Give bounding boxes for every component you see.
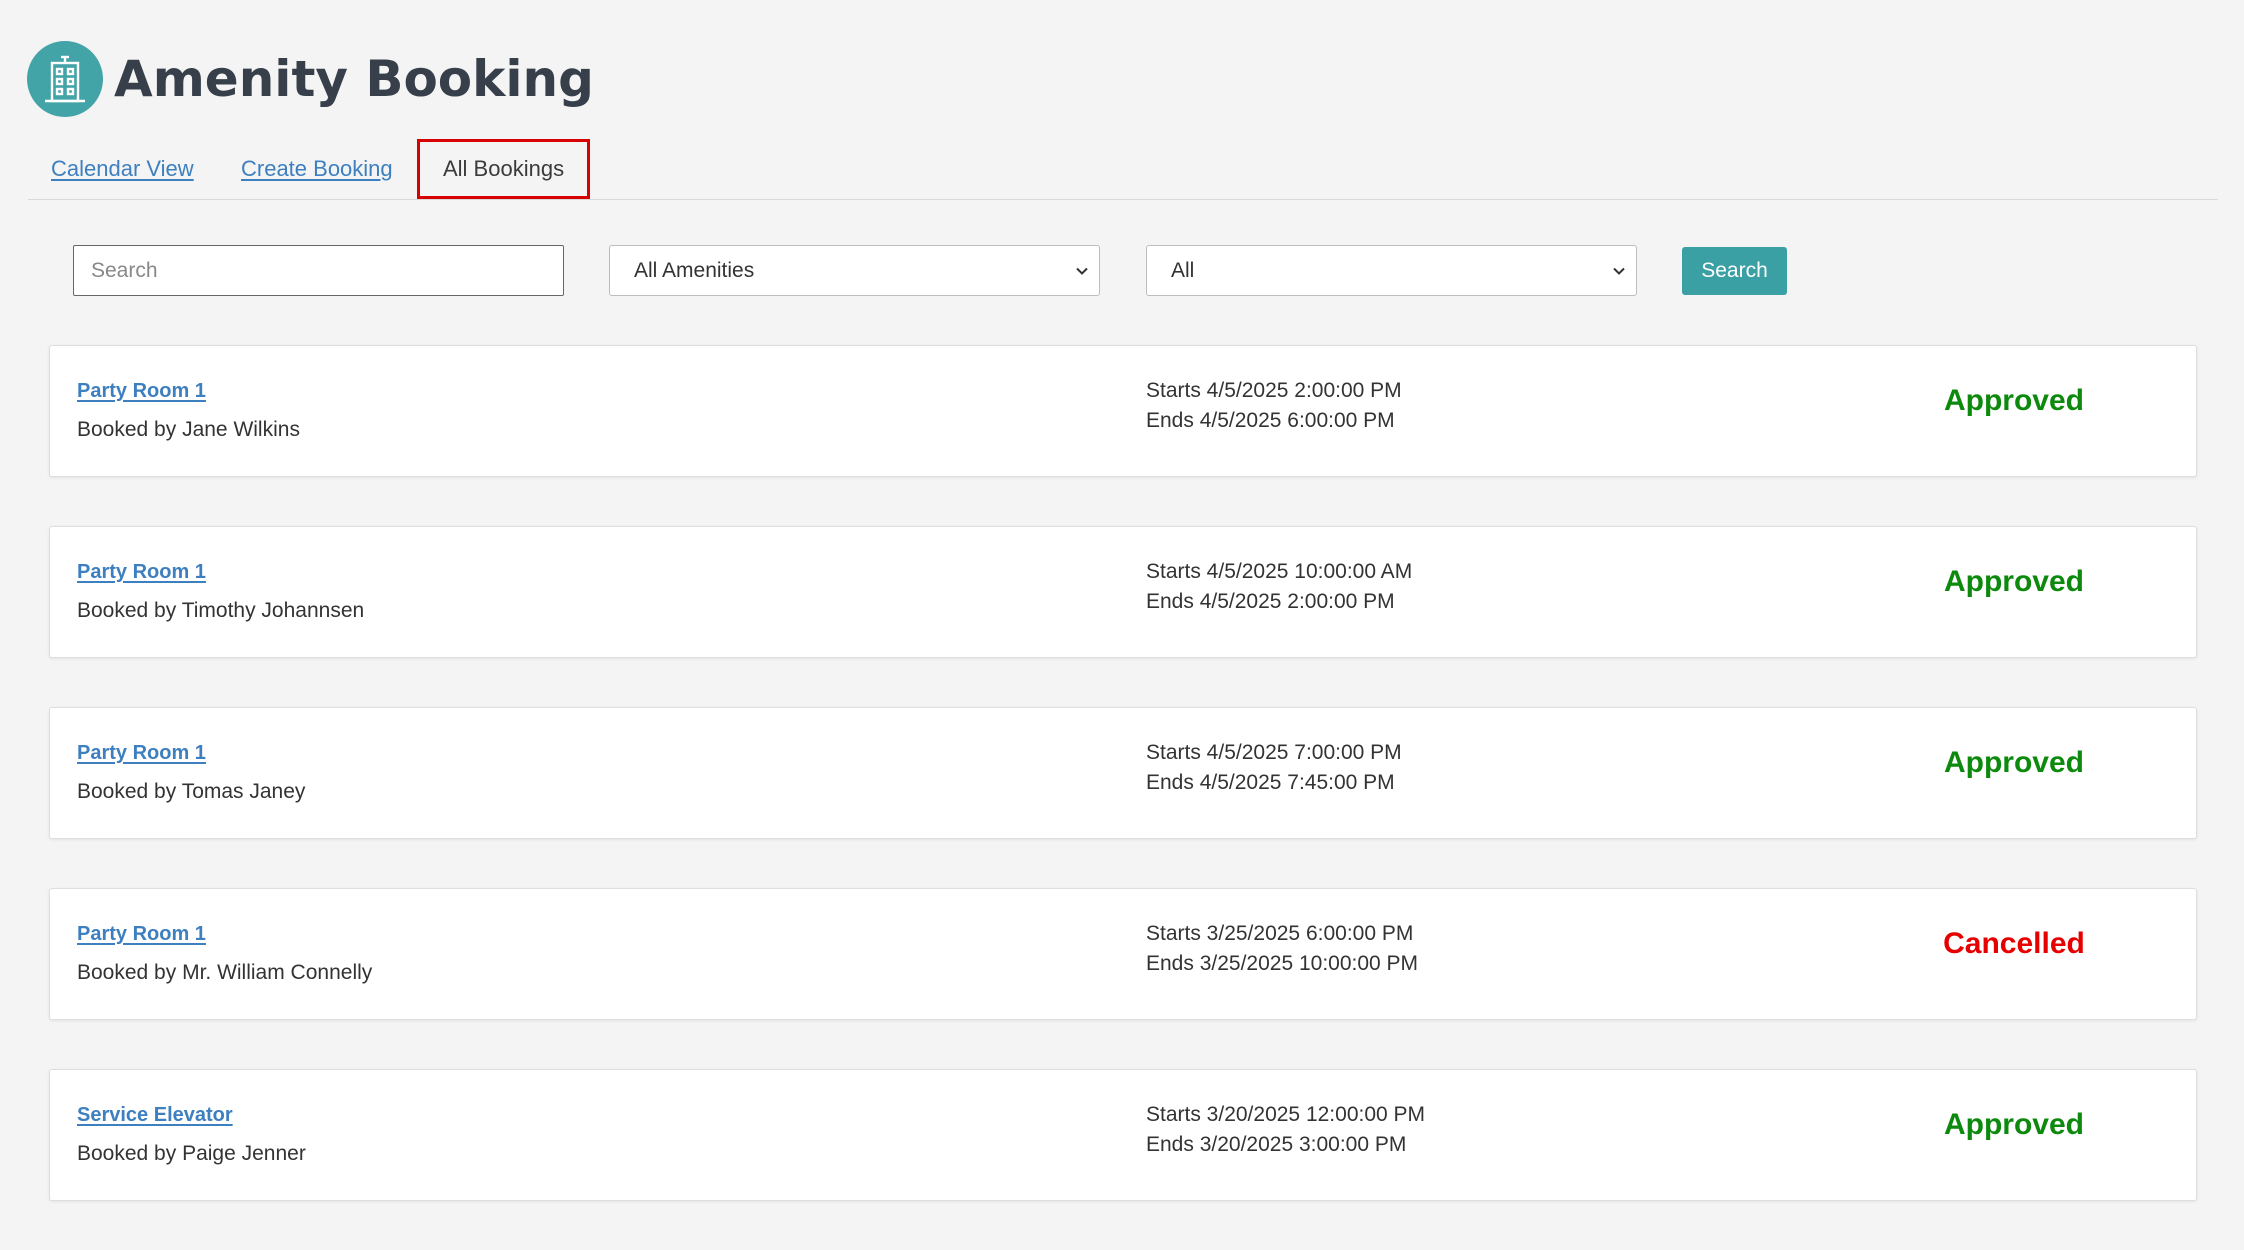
booking-card: Party Room 1 Booked by Mr. William Conne… <box>49 888 2197 1020</box>
end-time: Ends 4/5/2025 6:00:00 PM <box>1146 409 1395 432</box>
nav-tabs: Calendar View Create Booking All Booking… <box>28 139 2218 200</box>
booking-card: Party Room 1 Booked by Jane Wilkins Star… <box>49 345 2197 477</box>
start-time: Starts 4/5/2025 2:00:00 PM <box>1146 379 1402 402</box>
booked-by: Booked by Timothy Johannsen <box>77 599 365 622</box>
booking-card: Party Room 1 Booked by Timothy Johannsen… <box>49 526 2197 658</box>
booked-by: Booked by Tomas Janey <box>77 780 306 803</box>
end-time: Ends 3/25/2025 10:00:00 PM <box>1146 952 1419 975</box>
chevron-down-icon <box>1613 267 1625 275</box>
status-select-value: All <box>1171 258 1195 282</box>
booked-by: Booked by Jane Wilkins <box>77 418 300 441</box>
booked-by: Booked by Paige Jenner <box>77 1142 306 1165</box>
amenity-link[interactable]: Party Room 1 <box>77 742 206 765</box>
app-header: Amenity Booking <box>27 41 594 117</box>
amenity-link[interactable]: Party Room 1 <box>77 561 206 584</box>
status-label: Cancelled <box>1943 927 2085 960</box>
amenity-link[interactable]: Party Room 1 <box>77 380 206 403</box>
status-select[interactable]: All <box>1146 245 1637 296</box>
status-label: Approved <box>1943 384 2084 417</box>
start-time: Starts 3/25/2025 6:00:00 PM <box>1146 922 1414 945</box>
status-label: Approved <box>1943 1108 2084 1141</box>
end-time: Ends 4/5/2025 7:45:00 PM <box>1146 771 1395 794</box>
filter-bar: All Amenities All Search <box>0 245 2244 296</box>
booking-card: Party Room 1 Booked by Tomas Janey Start… <box>49 707 2197 839</box>
booking-list: Party Room 1 Booked by Jane Wilkins Star… <box>49 345 2197 1250</box>
amenity-link[interactable]: Service Elevator <box>77 1104 233 1127</box>
end-time: Ends 3/20/2025 3:00:00 PM <box>1146 1133 1407 1156</box>
end-time: Ends 4/5/2025 2:00:00 PM <box>1146 590 1395 613</box>
tab-create-booking[interactable]: Create Booking <box>241 139 393 199</box>
start-time: Starts 4/5/2025 10:00:00 AM <box>1146 560 1413 583</box>
status-label: Approved <box>1943 746 2084 779</box>
search-button[interactable]: Search <box>1682 247 1787 295</box>
building-icon <box>27 41 103 117</box>
booking-card: Service Elevator Booked by Paige Jenner … <box>49 1069 2197 1201</box>
chevron-down-icon <box>1076 267 1088 275</box>
amenity-select[interactable]: All Amenities <box>609 245 1100 296</box>
tab-all-bookings[interactable]: All Bookings <box>417 139 591 199</box>
search-input[interactable] <box>73 245 564 296</box>
tab-calendar-view[interactable]: Calendar View <box>51 139 194 199</box>
app-title: Amenity Booking <box>114 50 594 108</box>
amenity-select-value: All Amenities <box>634 258 755 282</box>
start-time: Starts 4/5/2025 7:00:00 PM <box>1146 741 1402 764</box>
status-label: Approved <box>1943 565 2084 598</box>
start-time: Starts 3/20/2025 12:00:00 PM <box>1146 1103 1426 1126</box>
booked-by: Booked by Mr. William Connelly <box>77 961 373 984</box>
amenity-link[interactable]: Party Room 1 <box>77 923 206 946</box>
